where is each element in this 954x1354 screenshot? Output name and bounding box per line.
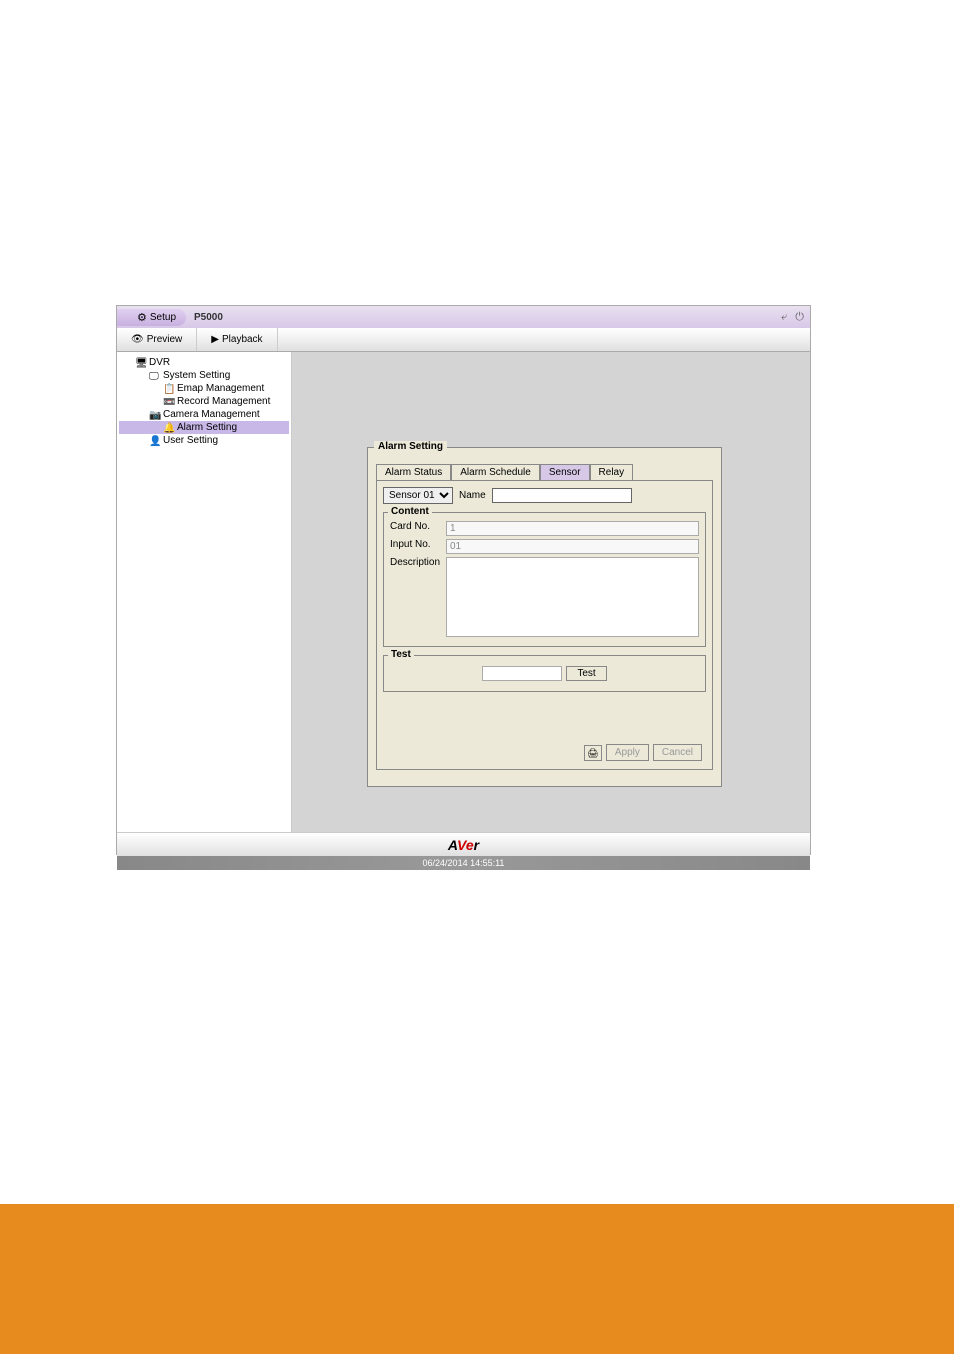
- toolbar: 👁Preview ▶Playback: [117, 328, 810, 352]
- minimize-icon[interactable]: ⤶: [781, 311, 787, 324]
- inputno-label: Input No.: [390, 539, 446, 550]
- cardno-value: 1: [446, 521, 699, 536]
- setup-label: Setup: [150, 312, 176, 323]
- name-input[interactable]: [492, 488, 632, 503]
- tab-alarm-status[interactable]: Alarm Status: [376, 464, 451, 481]
- test-button[interactable]: Test: [566, 666, 606, 681]
- tab-content: Sensor 01 Name Content Card No. 1: [376, 480, 713, 770]
- camera-icon: 📷: [149, 410, 161, 420]
- content-fieldset: Content Card No. 1 Input No. 01: [383, 512, 706, 647]
- tab-relay[interactable]: Relay: [590, 464, 634, 481]
- tree-label: System Setting: [163, 370, 230, 381]
- test-input[interactable]: [482, 666, 562, 681]
- tree-label: User Setting: [163, 435, 218, 446]
- content-area: Alarm Setting Alarm Status Alarm Schedul…: [292, 352, 810, 832]
- datetime-bar: 06/24/2014 14:55:11: [117, 856, 810, 870]
- tree-emap[interactable]: 📋Emap Management: [119, 382, 289, 395]
- tree-label: Record Management: [177, 396, 270, 407]
- name-label: Name: [459, 490, 486, 501]
- description-input[interactable]: [446, 557, 699, 637]
- power-icon[interactable]: ⏻: [795, 311, 804, 324]
- application-window: Setup P5000 ⤶ ⏻ 👁Preview ▶Playback 🖥DVR …: [116, 305, 811, 855]
- print-icon[interactable]: 🖨: [584, 745, 602, 761]
- alarm-setting-panel: Alarm Setting Alarm Status Alarm Schedul…: [367, 447, 722, 787]
- computer-icon: 🖥: [135, 358, 147, 368]
- logo-area: AVer: [117, 832, 810, 856]
- cancel-button[interactable]: Cancel: [653, 744, 702, 761]
- tree-user[interactable]: 👤User Setting: [119, 434, 289, 447]
- eye-icon: 👁: [131, 334, 144, 345]
- playback-button[interactable]: ▶Playback: [197, 328, 277, 351]
- description-label: Description: [390, 557, 446, 568]
- page-footer: [0, 1204, 954, 1354]
- tree-alarm[interactable]: 🔔Alarm Setting: [119, 421, 289, 434]
- playback-label: Playback: [222, 334, 263, 345]
- tab-alarm-schedule[interactable]: Alarm Schedule: [451, 464, 540, 481]
- sidebar-tree: 🖥DVR 🖵System Setting 📋Emap Management 📼R…: [117, 352, 292, 832]
- brand-logo: AVer: [448, 837, 479, 853]
- test-legend: Test: [388, 649, 414, 660]
- apply-button[interactable]: Apply: [606, 744, 649, 761]
- tree-label: Camera Management: [163, 409, 260, 420]
- model-label: P5000: [194, 312, 223, 323]
- user-icon: 👤: [149, 436, 161, 446]
- tree-label: DVR: [149, 357, 170, 368]
- panel-title: Alarm Setting: [374, 441, 447, 452]
- preview-button[interactable]: 👁Preview: [117, 328, 197, 351]
- record-icon: 📼: [163, 397, 175, 407]
- tree-camera[interactable]: 📷Camera Management: [119, 408, 289, 421]
- tree-label: Emap Management: [177, 383, 264, 394]
- preview-label: Preview: [147, 334, 183, 345]
- tree-system-setting[interactable]: 🖵System Setting: [119, 369, 289, 382]
- test-fieldset: Test Test: [383, 655, 706, 692]
- alarm-icon: 🔔: [163, 423, 175, 433]
- monitor-icon: 🖵: [149, 371, 161, 381]
- titlebar: Setup P5000 ⤶ ⏻: [117, 306, 810, 328]
- content-legend: Content: [388, 506, 432, 517]
- cardno-label: Card No.: [390, 521, 446, 532]
- map-icon: 📋: [163, 384, 175, 394]
- setup-button[interactable]: Setup: [117, 309, 186, 326]
- tab-bar: Alarm Status Alarm Schedule Sensor Relay: [376, 464, 713, 481]
- tree-label: Alarm Setting: [177, 422, 237, 433]
- inputno-value: 01: [446, 539, 699, 554]
- playback-icon: ▶: [211, 334, 219, 345]
- sensor-select[interactable]: Sensor 01: [383, 487, 453, 504]
- tree-record[interactable]: 📼Record Management: [119, 395, 289, 408]
- tree-dvr[interactable]: 🖥DVR: [119, 356, 289, 369]
- tab-sensor[interactable]: Sensor: [540, 464, 590, 481]
